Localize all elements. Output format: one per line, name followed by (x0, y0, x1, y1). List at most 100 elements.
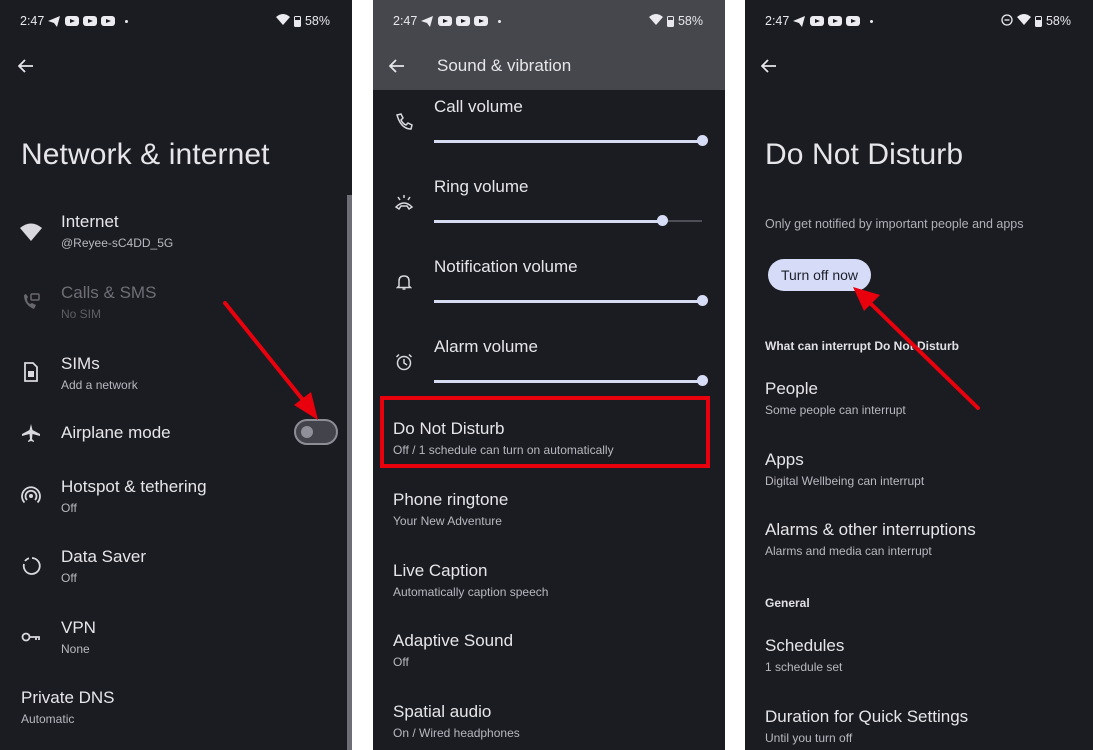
telegram-icon (793, 15, 806, 27)
list-item-airplane-mode[interactable]: Airplane mode (0, 418, 352, 450)
airplane-icon (20, 422, 42, 444)
alarm-icon (393, 351, 415, 373)
wifi-icon (648, 14, 663, 28)
notification-dot-icon (498, 19, 502, 23)
list-item-phone-ringtone[interactable]: Phone ringtone Your New Adventure (373, 488, 725, 538)
back-button[interactable] (16, 56, 36, 76)
item-title: Calls & SMS (61, 283, 157, 302)
battery-icon (666, 15, 674, 27)
item-title: Internet (61, 212, 119, 231)
slider-thumb[interactable] (697, 295, 708, 306)
list-item-sims[interactable]: SIMs Add a network (0, 352, 352, 402)
list-item-schedules[interactable]: Schedules 1 schedule set (745, 634, 1093, 684)
call-volume-slider[interactable] (434, 134, 708, 148)
wifi-icon (20, 221, 42, 243)
list-item-internet[interactable]: Internet @Reyee-sC4DD_5G (0, 210, 352, 260)
status-time: 2:47 (20, 14, 45, 28)
back-button[interactable] (759, 56, 779, 76)
item-title: Apps (765, 450, 804, 469)
phone-icon (393, 111, 415, 133)
battery-percent: 58% (677, 14, 703, 28)
status-bar: 2:47 58% (765, 12, 1071, 30)
calls-sms-icon (20, 291, 42, 313)
item-title: Hotspot & tethering (61, 477, 207, 496)
section-header-interrupt: What can interrupt Do Not Disturb (765, 339, 959, 353)
item-title: SIMs (61, 354, 100, 373)
item-subtitle: Your New Adventure (393, 514, 502, 528)
youtube-icon (101, 16, 116, 26)
call-volume-row: Call volume (373, 97, 725, 157)
youtube-icon (828, 16, 843, 26)
status-time: 2:47 (393, 14, 418, 28)
list-item-private-dns[interactable]: Private DNS Automatic (0, 686, 352, 736)
back-arrow-icon (389, 59, 404, 73)
ring-volume-slider[interactable] (434, 214, 702, 228)
item-subtitle: On / Wired headphones (393, 726, 520, 740)
item-subtitle: Off (393, 655, 409, 669)
network-internet-screen: 2:47 58% Network & internet Internet @Re… (0, 0, 352, 750)
list-item-vpn[interactable]: VPN None (0, 616, 352, 666)
page-title: Do Not Disturb (765, 138, 964, 171)
notification-dot-icon (870, 19, 874, 23)
item-subtitle: Automatic (21, 712, 75, 726)
youtube-icon (474, 16, 489, 26)
item-subtitle: Add a network (61, 378, 138, 392)
list-item-do-not-disturb[interactable]: Do Not Disturb Off / 1 schedule can turn… (373, 417, 725, 467)
scrollbar[interactable] (347, 195, 352, 750)
item-title: Private DNS (21, 688, 115, 707)
list-item-alarms-other[interactable]: Alarms & other interruptions Alarms and … (745, 518, 1093, 568)
item-title: People (765, 379, 818, 398)
list-item-duration-quick-settings[interactable]: Duration for Quick Settings Until you tu… (745, 705, 1093, 750)
alarm-volume-slider[interactable] (434, 374, 708, 388)
slider-thumb[interactable] (656, 215, 668, 226)
notification-dot-icon (125, 19, 129, 23)
turn-off-now-button[interactable]: Turn off now (768, 259, 871, 291)
list-item-adaptive-sound[interactable]: Adaptive Sound Off (373, 629, 725, 679)
item-subtitle: No SIM (61, 307, 102, 321)
airplane-mode-toggle[interactable] (294, 419, 338, 445)
alarm-volume-row: Alarm volume (373, 337, 725, 397)
vpn-key-icon (20, 626, 42, 648)
item-title: Phone ringtone (393, 490, 509, 509)
notification-volume-slider[interactable] (434, 294, 708, 308)
ring-icon (393, 191, 415, 213)
wifi-icon (1016, 14, 1031, 28)
battery-icon (293, 15, 301, 27)
status-bar: 2:47 58% (20, 12, 330, 30)
list-item-people[interactable]: People Some people can interrupt (745, 377, 1093, 427)
item-title: Live Caption (393, 561, 488, 580)
battery-percent: 58% (304, 14, 330, 28)
item-title: Data Saver (61, 547, 147, 566)
list-item-spatial-audio[interactable]: Spatial audio On / Wired headphones (373, 700, 725, 750)
list-item-hotspot[interactable]: Hotspot & tethering Off (0, 475, 352, 525)
slider-thumb[interactable] (697, 135, 708, 146)
status-bar: 2:47 58% (393, 12, 703, 30)
sim-icon (20, 361, 42, 383)
item-subtitle: Some people can interrupt (765, 403, 906, 417)
app-bar: 2:47 58% Sound & vibration (373, 0, 725, 90)
list-item-data-saver[interactable]: Data Saver Off (0, 545, 352, 595)
item-subtitle: Off (61, 501, 77, 515)
list-item-live-caption[interactable]: Live Caption Automatically caption speec… (373, 559, 725, 609)
do-not-disturb-screen: 2:47 58% Do Not Disturb Only get notifie… (745, 0, 1093, 750)
list-item-apps[interactable]: Apps Digital Wellbeing can interrupt (745, 448, 1093, 498)
item-subtitle: Automatically caption speech (393, 585, 549, 599)
item-subtitle: Off (61, 571, 77, 585)
item-title: Alarms & other interruptions (765, 520, 976, 539)
ring-volume-row: Ring volume (373, 177, 725, 237)
hotspot-icon (20, 485, 42, 507)
bell-icon (393, 271, 415, 293)
battery-icon (1034, 15, 1042, 27)
item-subtitle: Until you turn off (765, 731, 853, 745)
back-button[interactable] (387, 56, 407, 76)
wifi-icon (275, 14, 290, 28)
back-arrow-icon (18, 59, 33, 73)
dnd-icon (1001, 13, 1013, 29)
item-title: Do Not Disturb (393, 419, 505, 438)
list-item-calls-sms[interactable]: Calls & SMS No SIM (0, 281, 352, 331)
slider-thumb[interactable] (697, 375, 708, 386)
item-subtitle: Off / 1 schedule can turn on automatical… (393, 443, 614, 457)
section-header-general: General (765, 596, 810, 610)
back-arrow-icon (761, 59, 776, 73)
item-title: Schedules (765, 636, 845, 655)
